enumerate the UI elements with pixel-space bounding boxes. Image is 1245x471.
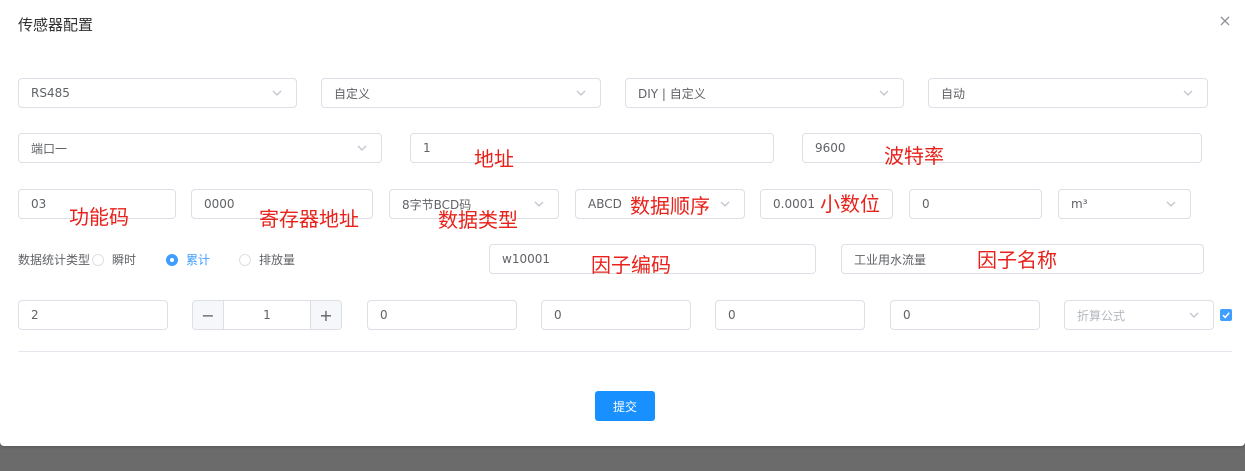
stepper-value[interactable]: 1: [224, 301, 310, 329]
stat-type-label: 数据统计类型: [18, 253, 91, 267]
port-select[interactable]: 端口一: [18, 133, 382, 163]
param-input-1[interactable]: 0: [367, 300, 517, 330]
formula-placeholder: 折算公式: [1077, 308, 1126, 323]
offset-value: 0: [922, 197, 930, 211]
chevron-down-icon: [877, 86, 891, 100]
protocol-value: RS485: [31, 86, 70, 100]
param-input-2-value: 0: [554, 308, 562, 322]
annotation-function-code: 功能码: [69, 205, 129, 229]
address-input[interactable]: 1: [410, 133, 774, 163]
device-value: DIY | 自定义: [638, 86, 706, 101]
value-input-value: 2: [31, 308, 39, 322]
param-input-2[interactable]: 0: [541, 300, 691, 330]
mode-value: 自定义: [334, 86, 371, 101]
radio-instant-label: 瞬时: [112, 253, 137, 267]
param-input-4-value: 0: [903, 308, 911, 322]
param-input-3[interactable]: 0: [715, 300, 865, 330]
close-icon[interactable]: ×: [1216, 12, 1234, 30]
stepper-plus-button[interactable]: +: [310, 301, 341, 329]
radio-emission[interactable]: 排放量: [239, 251, 295, 268]
chevron-down-icon: [270, 86, 284, 100]
baudrate-value: 9600: [815, 141, 846, 155]
chevron-down-icon: [1164, 197, 1178, 211]
chevron-down-icon: [355, 141, 369, 155]
unit-select[interactable]: m³: [1058, 189, 1191, 219]
radio-cumulative[interactable]: 累计: [166, 251, 210, 268]
stepper-minus-button[interactable]: −: [193, 301, 224, 329]
mode-select[interactable]: 自定义: [321, 78, 601, 108]
annotation-register-address: 寄存器地址: [259, 207, 359, 231]
offset-input[interactable]: 0: [909, 189, 1042, 219]
chevron-down-icon: [574, 86, 588, 100]
quantity-stepper[interactable]: − 1 +: [192, 300, 342, 330]
annotation-factor-name: 因子名称: [977, 248, 1057, 272]
acquire-value: 自动: [941, 86, 966, 101]
radio-circle: [239, 253, 251, 266]
param-input-1-value: 0: [380, 308, 388, 322]
annotation-decimal: 小数位: [820, 192, 880, 216]
annotation-baudrate: 波特率: [884, 144, 944, 168]
radio-emission-label: 排放量: [259, 253, 296, 267]
annotation-byte-order: 数据顺序: [630, 194, 710, 218]
chevron-down-icon: [1187, 308, 1201, 322]
radio-instant[interactable]: 瞬时: [92, 251, 136, 268]
param-input-3-value: 0: [728, 308, 736, 322]
acquire-select[interactable]: 自动: [928, 78, 1208, 108]
param-input-4[interactable]: 0: [890, 300, 1040, 330]
radio-circle: [166, 253, 178, 266]
submit-button[interactable]: 提交: [595, 391, 655, 421]
port-value: 端口一: [31, 141, 68, 156]
check-icon: [1222, 312, 1230, 319]
divider: [18, 351, 1232, 352]
chevron-down-icon: [718, 197, 732, 211]
unit-value: m³: [1071, 197, 1088, 211]
baudrate-input[interactable]: 9600: [802, 133, 1202, 163]
enable-checkbox[interactable]: [1220, 309, 1232, 321]
dialog-title: 传感器配置: [18, 16, 94, 34]
radio-circle: [92, 253, 104, 266]
annotation-factor-code: 因子编码: [591, 253, 671, 277]
chevron-down-icon: [532, 197, 546, 211]
chevron-down-icon: [1181, 86, 1195, 100]
formula-select[interactable]: 折算公式: [1064, 300, 1214, 330]
sensor-config-dialog: 传感器配置 × RS485 自定义 DIY | 自定义 自动 端口一 1 960…: [0, 0, 1245, 446]
annotation-data-type: 数据类型: [438, 208, 518, 232]
value-input[interactable]: 2: [18, 300, 168, 330]
radio-cumulative-label: 累计: [186, 253, 211, 267]
protocol-select[interactable]: RS485: [18, 78, 297, 108]
device-select[interactable]: DIY | 自定义: [625, 78, 904, 108]
annotation-address: 地址: [474, 147, 514, 171]
